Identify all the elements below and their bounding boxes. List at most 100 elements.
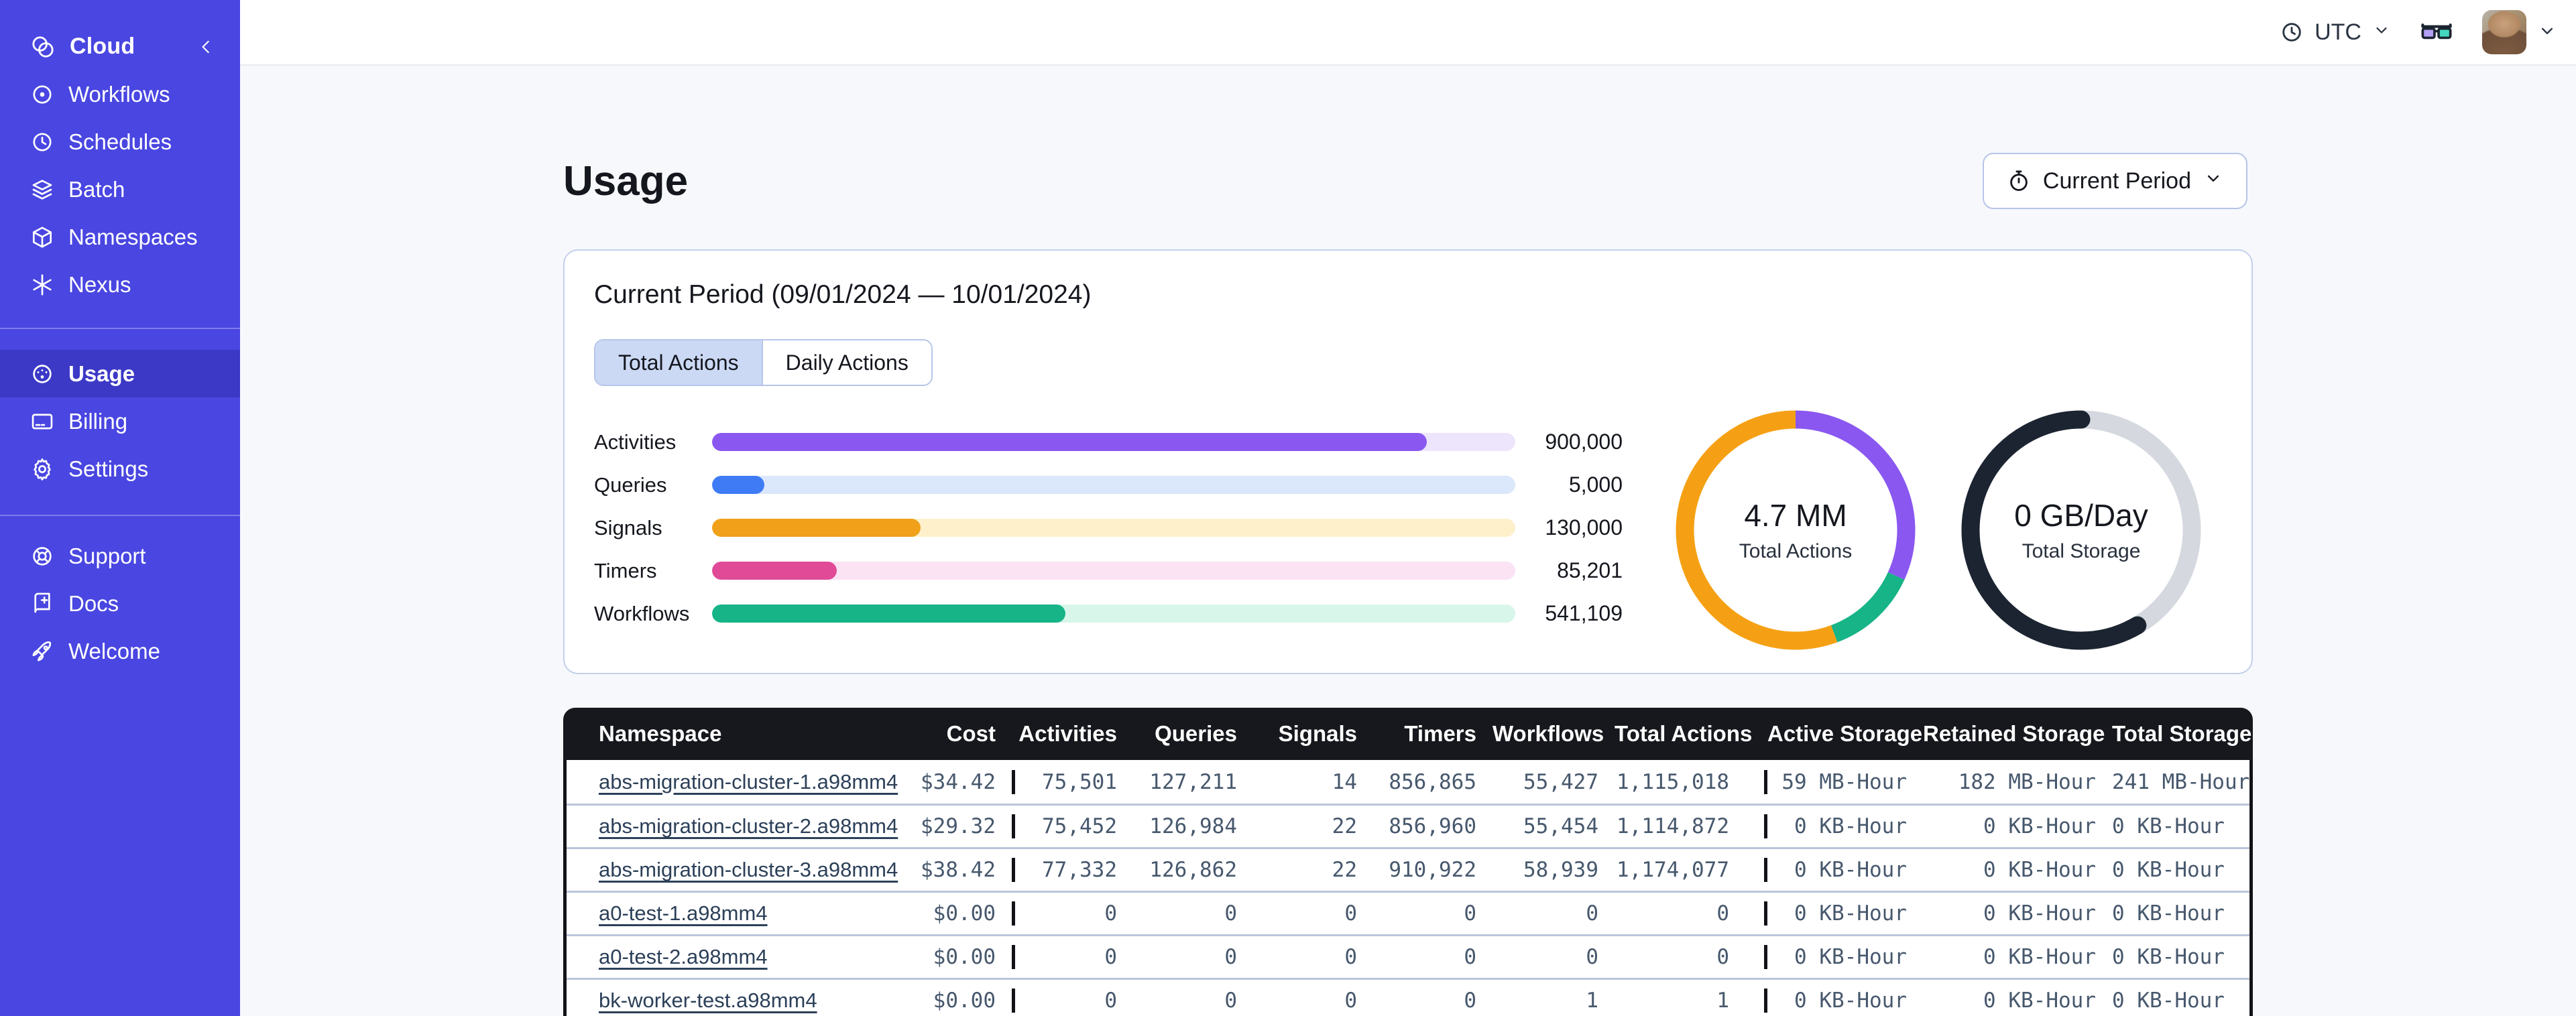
- table-row[interactable]: a0-test-2.a98mm4 $0.00 0 0 0 0 0 0 0 KB-Hour 0 KB…: [567, 934, 2249, 978]
- brand-cloud[interactable]: Cloud: [0, 23, 240, 70]
- cell-total-actions: 0: [1716, 901, 1729, 926]
- cell-signals: 0: [1344, 901, 1357, 926]
- timezone-label: UTC: [2315, 19, 2361, 45]
- bar-track: [712, 519, 1515, 537]
- card-title: Current Period (09/01/2024 — 10/01/2024): [594, 280, 1092, 309]
- brand-label: Cloud: [70, 34, 135, 59]
- namespace-link[interactable]: a0-test-1.a98mm4: [599, 901, 768, 925]
- sidebar-item-batch[interactable]: Batch: [0, 166, 240, 213]
- period-selector-label: Current Period: [2042, 168, 2191, 194]
- cell-activities: 75,501: [1012, 769, 1133, 794]
- cell-total-actions: 1,174,077: [1617, 858, 1729, 882]
- sidebar-item-settings[interactable]: Settings: [0, 445, 240, 493]
- avatar[interactable]: [2482, 10, 2526, 54]
- cell-cost: $34.42: [921, 769, 996, 794]
- sidebar-nav: Workflows Schedules Batch Namespaces Nexus Us…: [0, 70, 240, 675]
- tab-daily-actions[interactable]: Daily Actions: [761, 340, 931, 385]
- cell-activities: 0: [1012, 901, 1133, 926]
- account-menu[interactable]: [2482, 10, 2557, 54]
- column-header-queries: Queries: [1155, 721, 1237, 746]
- cell-signals: 22: [1332, 814, 1357, 838]
- tab-total-actions[interactable]: Total Actions: [595, 340, 762, 385]
- sidebar-item-docs[interactable]: Docs: [0, 580, 240, 627]
- current-period-card: Current Period (09/01/2024 — 10/01/2024)…: [563, 249, 2253, 674]
- table-row[interactable]: abs-migration-cluster-1.a98mm4 $34.42 75,5…: [567, 760, 2249, 804]
- timezone-selector[interactable]: UTC: [2280, 19, 2391, 46]
- cell-namespace: bk-worker-test.a98mm4: [567, 989, 838, 1013]
- cell-workflows: 0: [1586, 945, 1598, 969]
- cell-workflows: 58,939: [1523, 858, 1598, 882]
- table-row[interactable]: abs-migration-cluster-3.a98mm4 $38.42 77,3…: [567, 847, 2249, 891]
- table-header-row: Namespace Cost Activities Queries Signals Tim…: [563, 708, 2253, 760]
- column-header-workflows: Workflows: [1492, 721, 1604, 746]
- sidebar-item-support[interactable]: Support: [0, 532, 240, 580]
- cell-active-storage: 0 KB-Hour: [1764, 989, 1923, 1013]
- cell-total-actions: 1,115,018: [1617, 769, 1729, 794]
- sidebar-item-label: Welcome: [68, 638, 160, 663]
- support-icon: [30, 544, 55, 569]
- total-storage-value: 0 GB/Day: [2014, 498, 2148, 533]
- table-row[interactable]: bk-worker-test.a98mm4 $0.00 0 0 0 0 1 1 0 KB-Hou…: [567, 978, 2249, 1016]
- actions-tab-group: Total Actions Daily Actions: [594, 339, 933, 386]
- cell-cost: $38.42: [921, 858, 996, 882]
- sidebar-item-label: Usage: [68, 361, 135, 386]
- table-row[interactable]: a0-test-1.a98mm4 $0.00 0 0 0 0 0 0 0 KB-Hour 0 KB…: [567, 891, 2249, 934]
- cell-total-storage: 241 MB-Hour: [2112, 769, 2250, 794]
- bar-value: 900,000: [1545, 430, 1623, 454]
- cell-signals: 0: [1344, 945, 1357, 969]
- cell-timers: 0: [1464, 901, 1476, 926]
- cell-timers: 910,922: [1389, 858, 1476, 882]
- sidebar-item-billing[interactable]: Billing: [0, 397, 240, 445]
- sidebar-divider: [0, 328, 240, 329]
- cell-timers: 856,865: [1389, 769, 1476, 794]
- cell-activities: 77,332: [1012, 858, 1133, 882]
- cell-cost: $0.00: [933, 989, 996, 1013]
- bar-track: [712, 605, 1515, 623]
- total-actions-value: 4.7 MM: [1744, 498, 1847, 533]
- workflows-icon: [30, 82, 55, 107]
- collapse-sidebar-icon[interactable]: [196, 37, 216, 57]
- namespace-link[interactable]: bk-worker-test.a98mm4: [599, 989, 817, 1012]
- cell-queries: 126,984: [1149, 814, 1237, 838]
- temporal-logo-icon: [30, 34, 56, 60]
- cell-retained-storage: 0 KB-Hour: [1983, 989, 2096, 1013]
- 3d-glasses-icon[interactable]: [2419, 19, 2454, 45]
- schedules-icon: [30, 129, 55, 155]
- bar-value: 541,109: [1545, 601, 1623, 625]
- cell-activities: 0: [1012, 945, 1133, 969]
- bar-row-timers: Timers 85,201: [594, 558, 1623, 582]
- sidebar-item-schedules[interactable]: Schedules: [0, 118, 240, 166]
- sidebar-item-label: Nexus: [68, 271, 131, 297]
- billing-icon: [30, 409, 55, 434]
- sidebar-item-namespaces[interactable]: Namespaces: [0, 213, 240, 261]
- cell-signals: 0: [1344, 989, 1357, 1013]
- cell-cost: $0.00: [933, 945, 996, 969]
- account-chevron-down-icon: [2537, 21, 2557, 44]
- cell-cost: $0.00: [933, 901, 996, 926]
- table-row[interactable]: abs-migration-cluster-2.a98mm4 $29.32 75,4…: [567, 804, 2249, 847]
- sidebar-item-usage[interactable]: Usage: [0, 350, 240, 397]
- bar-label: Workflows: [594, 601, 690, 625]
- bar-row-workflows: Workflows 541,109: [594, 601, 1623, 625]
- namespace-link[interactable]: a0-test-2.a98mm4: [599, 945, 768, 968]
- column-header-retained-storage: Retained Storage: [1923, 721, 2105, 746]
- namespaces-icon: [30, 225, 55, 250]
- cell-signals: 14: [1332, 769, 1357, 794]
- cell-active-storage: 0 KB-Hour: [1764, 901, 1923, 926]
- actions-bar-chart: Activities 900,000 Queries 5,000 Signals 130,…: [594, 430, 1623, 647]
- bar-row-queries: Queries 5,000: [594, 472, 1623, 497]
- cell-retained-storage: 0 KB-Hour: [1983, 814, 2096, 838]
- period-selector-button[interactable]: Current Period: [1982, 153, 2247, 209]
- sidebar-item-workflows[interactable]: Workflows: [0, 70, 240, 118]
- cell-workflows: 55,454: [1523, 814, 1598, 838]
- cell-total-storage: 0 KB-Hour: [2112, 814, 2225, 838]
- cell-workflows: 1: [1586, 989, 1598, 1013]
- bar-label: Timers: [594, 558, 657, 582]
- cell-total-actions: 1: [1716, 989, 1729, 1013]
- batch-icon: [30, 177, 55, 202]
- sidebar-item-welcome[interactable]: Welcome: [0, 627, 240, 675]
- cell-queries: 0: [1224, 989, 1237, 1013]
- sidebar-item-nexus[interactable]: Nexus: [0, 261, 240, 308]
- bar-row-signals: Signals 130,000: [594, 515, 1623, 539]
- sidebar-item-label: Batch: [68, 176, 125, 202]
